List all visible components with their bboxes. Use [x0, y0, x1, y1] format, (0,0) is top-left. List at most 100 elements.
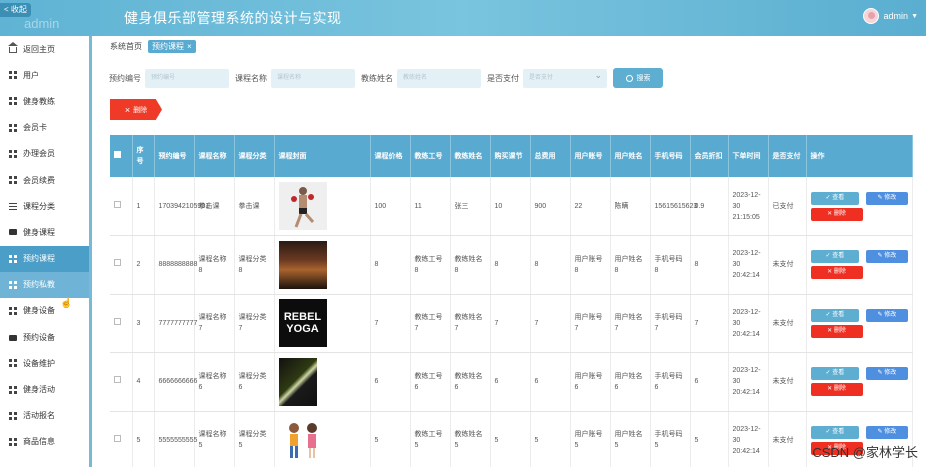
tab-label: 预约课程	[152, 42, 184, 51]
actions-cell: ✓ 查看 ✎ 修改 ✕ 删除	[806, 177, 913, 236]
sidebar-item-equipment[interactable]: 健身设备	[0, 298, 89, 324]
couple-figure-icon	[288, 423, 317, 459]
sidebar-item-renewal[interactable]: 会员续费	[0, 167, 89, 193]
delete-button[interactable]: ✕ 删除	[810, 207, 863, 221]
search-icon	[625, 74, 633, 82]
select-all-checkbox[interactable]	[114, 150, 121, 158]
table-cell-price: 100	[370, 177, 411, 236]
close-icon: ✕	[827, 210, 834, 217]
view-label: 查看	[832, 311, 845, 318]
close-icon: ×	[124, 104, 131, 115]
select-cell[interactable]	[110, 352, 133, 412]
search-label: 是否支付	[487, 73, 519, 83]
tab-course-booking[interactable]: 预约课程 ×	[148, 40, 196, 53]
sidebar-item-course-booking[interactable]: 预约课程	[0, 245, 89, 272]
view-label: 查看	[832, 428, 845, 435]
table-row: 3 7777777777 课程名称7 课程分类7 REBEL YOGA 7 教练工号7 教练姓…	[110, 294, 913, 353]
view-button[interactable]: ✓ 查看	[810, 250, 860, 264]
edit-button[interactable]: ✎ 修改	[866, 367, 908, 381]
sidebar-item-activity-signup[interactable]: 活动报名	[0, 403, 89, 429]
table-cell-discount: 8	[690, 235, 729, 295]
column-header: 教练工号	[410, 135, 451, 177]
delete-button[interactable]: ✕ 删除	[810, 383, 863, 397]
sidebar-item-equipment-booking[interactable]: 预约设备	[0, 324, 89, 350]
bag-icon	[9, 335, 17, 342]
table-cell-coach-name: 教练姓名5	[450, 411, 491, 467]
edit-label: 修改	[884, 428, 897, 435]
sidebar-item-courses[interactable]: 健身课程	[0, 219, 89, 245]
table-cell-coach-name: 张三	[450, 177, 491, 236]
edit-button[interactable]: ✎ 修改	[866, 250, 908, 264]
sidebar-item-label: 健身设备	[23, 306, 55, 316]
table-cell-coach-no: 11	[410, 177, 451, 236]
row-checkbox[interactable]	[114, 434, 121, 442]
sidebar-item-membership[interactable]: 办理会员	[0, 141, 89, 167]
sidebar-item-products[interactable]: 商品信息	[0, 429, 89, 455]
cursor-icon: ☝	[60, 298, 73, 309]
check-icon: ✓	[825, 428, 833, 435]
search-bar: 预约编号 预约编号 课程名称 课程名称 教练姓名 教练姓名 是否支付 是否支付 …	[109, 66, 663, 88]
coach-name-input[interactable]: 教练姓名	[397, 68, 481, 88]
select-cell[interactable]	[110, 235, 133, 295]
view-button[interactable]: ✓ 查看	[810, 308, 860, 322]
table-cell-total: 7	[530, 294, 571, 353]
grid-icon	[9, 411, 17, 420]
delete-button[interactable]: ✕ 删除	[810, 266, 863, 280]
column-header: 总费用	[530, 135, 571, 177]
edit-button[interactable]: ✎ 修改	[866, 308, 908, 322]
select-cell[interactable]	[110, 411, 133, 467]
sidebar-item-users[interactable]: 用户	[0, 62, 89, 88]
cover-cell	[274, 411, 371, 467]
delete-button[interactable]: ✕ 删除	[810, 324, 863, 338]
collapse-button[interactable]: < 收起	[0, 3, 31, 17]
column-header: 会员折扣	[690, 135, 729, 177]
app-root: < 收起 admin 健身俱乐部管理系统的设计与实现 admin ▼ 返回主页 …	[0, 0, 926, 467]
edit-button[interactable]: ✎ 修改	[866, 425, 908, 439]
user-menu[interactable]: admin ▼	[862, 8, 918, 24]
view-button[interactable]: ✓ 查看	[810, 367, 860, 381]
table-cell-user-name: 用户姓名7	[610, 294, 651, 353]
paid-select[interactable]: 是否支付	[523, 66, 607, 88]
search-button[interactable]: 搜索	[613, 68, 663, 88]
close-icon[interactable]: ×	[187, 42, 192, 51]
sidebar-item-coaches[interactable]: 健身教练	[0, 88, 89, 114]
row-checkbox[interactable]	[114, 200, 121, 208]
sidebar-item-course-categories[interactable]: 课程分类	[0, 193, 89, 219]
row-checkbox[interactable]	[114, 376, 121, 384]
grid-icon	[9, 437, 17, 446]
view-button[interactable]: ✓ 查看	[810, 425, 860, 439]
breadcrumb-home[interactable]: 系统首页	[110, 41, 142, 52]
select-cell[interactable]	[110, 294, 133, 353]
sidebar-item-activities[interactable]: 健身活动	[0, 376, 89, 402]
sidebar-item-private-coach-booking[interactable]: 预约私教	[0, 271, 89, 298]
edit-button[interactable]: ✎ 修改	[866, 191, 908, 205]
grid-icon	[9, 97, 17, 106]
table-cell-discount: 5	[690, 411, 729, 467]
actions-cell: ✓ 查看 ✎ 修改 ✕ 删除	[806, 294, 913, 353]
table-cell-price: 8	[370, 235, 411, 295]
table-cell-user-name: 陈瞒	[610, 177, 651, 236]
grid-icon	[9, 385, 17, 394]
table-cell-total: 5	[530, 411, 571, 467]
row-checkbox[interactable]	[114, 317, 121, 325]
table-cell-coach-name: 教练姓名6	[450, 352, 491, 412]
table-cell-course: 课程名称8	[194, 235, 235, 295]
breadcrumb: 系统首页 预约课程 ×	[110, 40, 196, 53]
select-all-cell[interactable]	[110, 135, 133, 177]
table-cell-account: 用户账号7	[570, 294, 611, 353]
sidebar-item-member-cards[interactable]: 会员卡	[0, 115, 89, 141]
table-cell-course: 课程名称7	[194, 294, 235, 353]
booking-code-input[interactable]: 预约编号	[145, 68, 229, 88]
course-name-input[interactable]: 课程名称	[271, 68, 355, 88]
sidebar-item-label: 返回主页	[23, 44, 55, 54]
table-cell-phone: 15615615623	[650, 177, 697, 236]
course-cover-image: REBEL YOGA	[278, 299, 327, 348]
table-cell-phone: 手机号码7	[650, 294, 691, 353]
table-cell-discount: 6	[690, 352, 729, 412]
bulk-delete-button[interactable]: × 删除	[110, 99, 162, 120]
view-button[interactable]: ✓ 查看	[810, 191, 860, 205]
row-checkbox[interactable]	[114, 259, 121, 267]
sidebar-item-maintenance[interactable]: 设备维护	[0, 350, 89, 376]
select-cell[interactable]	[110, 177, 133, 236]
sidebar-item-home[interactable]: 返回主页	[0, 36, 89, 62]
